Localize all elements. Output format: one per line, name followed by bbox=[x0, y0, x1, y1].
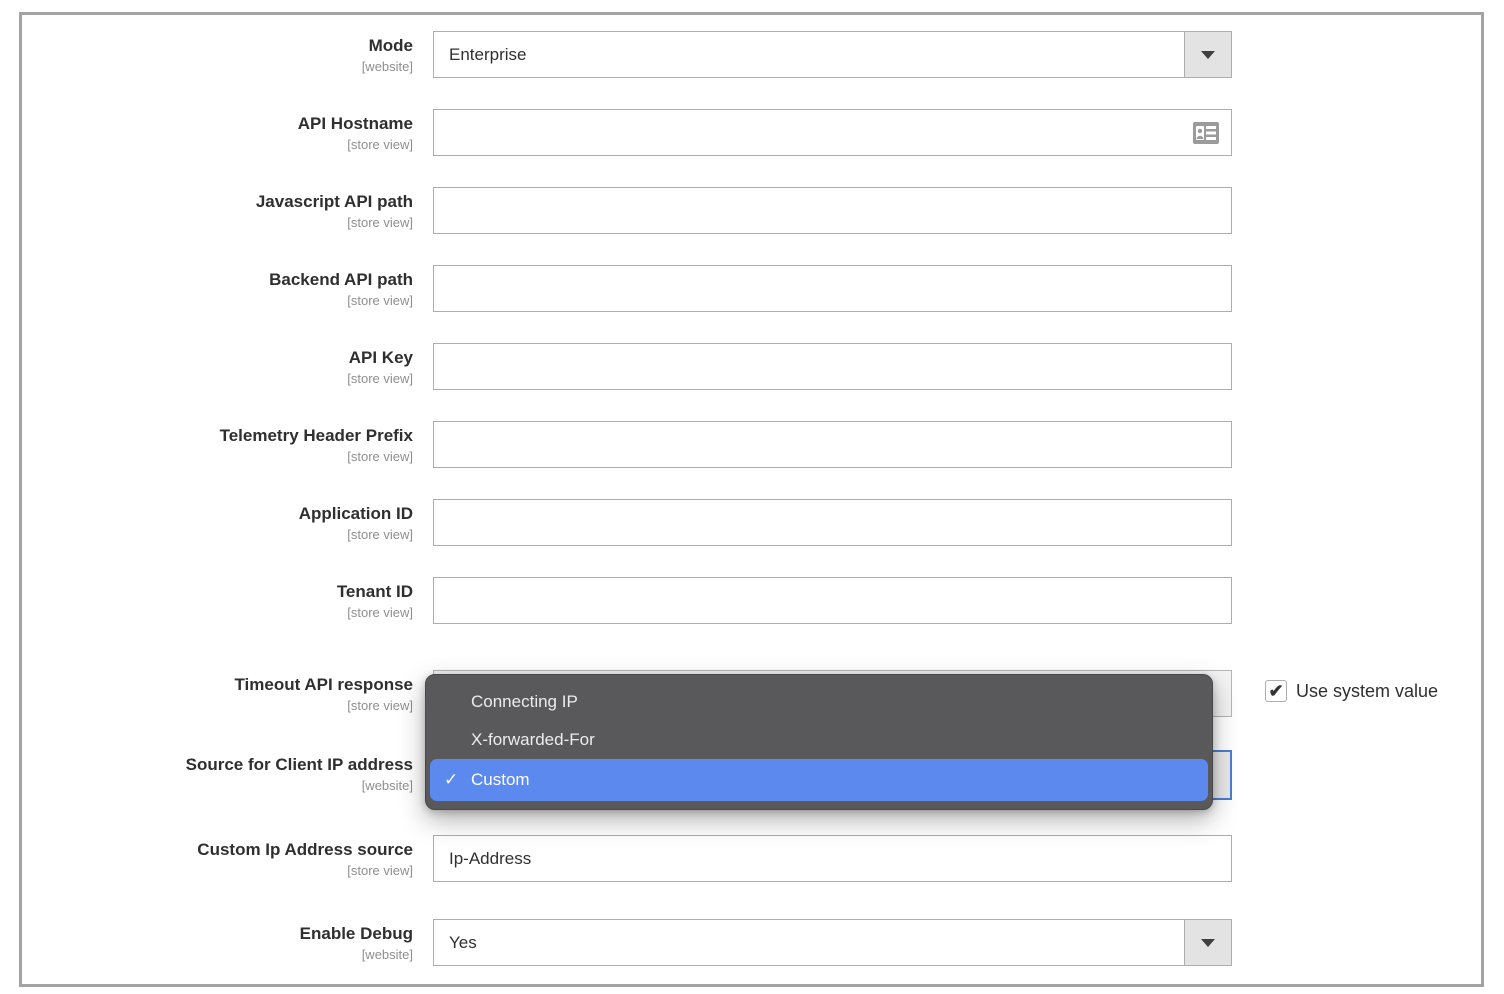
menu-option-custom[interactable]: ✓ Custom bbox=[430, 759, 1208, 801]
field-scope: [website] bbox=[22, 947, 413, 962]
field-label: Application ID bbox=[22, 504, 413, 524]
form-row-telemetry-prefix: Telemetry Header Prefix [store view] bbox=[22, 421, 1481, 468]
backend-api-path-input[interactable] bbox=[433, 265, 1232, 312]
field-control: Connecting IP X-forwarded-For ✓ Custom bbox=[433, 670, 1232, 717]
field-label: Tenant ID bbox=[22, 582, 413, 602]
field-label-block: API Hostname [store view] bbox=[22, 109, 413, 152]
field-label: Backend API path bbox=[22, 270, 413, 290]
field-label: Timeout API response bbox=[22, 675, 413, 695]
field-control bbox=[433, 265, 1232, 312]
field-label-block: Custom Ip Address source [store view] bbox=[22, 835, 413, 878]
field-scope: [store view] bbox=[22, 371, 413, 386]
field-label-block: Application ID [store view] bbox=[22, 499, 413, 542]
content-frame: Mode [website] Enterprise API Hostname [… bbox=[19, 12, 1484, 987]
application-id-input[interactable] bbox=[433, 499, 1232, 546]
field-label: Source for Client IP address bbox=[22, 755, 413, 775]
form-row-timeout: Timeout API response [store view] Connec… bbox=[22, 670, 1481, 717]
field-label-block: API Key [store view] bbox=[22, 343, 413, 386]
field-scope: [store view] bbox=[22, 293, 413, 308]
form-row-tenant-id: Tenant ID [store view] bbox=[22, 577, 1481, 624]
form-row-application-id: Application ID [store view] bbox=[22, 499, 1481, 546]
use-system-value-label: Use system value bbox=[1296, 681, 1438, 702]
use-system-value-control[interactable]: ✔ Use system value bbox=[1265, 680, 1438, 702]
chevron-down-icon bbox=[1184, 32, 1231, 77]
field-label-block: Enable Debug [website] bbox=[22, 919, 413, 962]
field-label-block: Backend API path [store view] bbox=[22, 265, 413, 308]
form-row-api-hostname: API Hostname [store view] bbox=[22, 109, 1481, 156]
field-label: Mode bbox=[22, 36, 413, 56]
contact-card-icon bbox=[1193, 122, 1219, 144]
field-scope: [store view] bbox=[22, 449, 413, 464]
field-control: Enterprise bbox=[433, 31, 1232, 78]
field-control bbox=[433, 577, 1232, 624]
menu-option-label: Custom bbox=[471, 770, 530, 790]
select-dropdown-menu: Connecting IP X-forwarded-For ✓ Custom bbox=[425, 674, 1213, 810]
field-label: Javascript API path bbox=[22, 192, 413, 212]
menu-option-label: X-forwarded-For bbox=[471, 730, 595, 750]
telemetry-prefix-input[interactable] bbox=[433, 421, 1232, 468]
field-label-block: Javascript API path [store view] bbox=[22, 187, 413, 230]
field-control bbox=[433, 343, 1232, 390]
form-row-backend-api-path: Backend API path [store view] bbox=[22, 265, 1481, 312]
js-api-path-input[interactable] bbox=[433, 187, 1232, 234]
field-scope: [store view] bbox=[22, 863, 413, 878]
field-label: API Key bbox=[22, 348, 413, 368]
select-value: Enterprise bbox=[434, 32, 526, 77]
enable-debug-select[interactable]: Yes bbox=[433, 919, 1232, 966]
field-control bbox=[433, 499, 1232, 546]
field-label: Custom Ip Address source bbox=[22, 840, 413, 860]
field-scope: [store view] bbox=[22, 698, 413, 713]
select-value: Yes bbox=[434, 920, 477, 965]
config-form: Mode [website] Enterprise API Hostname [… bbox=[22, 15, 1481, 966]
form-row-api-key: API Key [store view] bbox=[22, 343, 1481, 390]
field-label: API Hostname bbox=[22, 114, 413, 134]
menu-option-x-forwarded-for[interactable]: X-forwarded-For bbox=[430, 721, 1208, 759]
form-row-enable-debug: Enable Debug [website] Yes bbox=[22, 919, 1481, 966]
field-label-block: Tenant ID [store view] bbox=[22, 577, 413, 620]
mode-select[interactable]: Enterprise bbox=[433, 31, 1232, 78]
menu-option-label: Connecting IP bbox=[471, 692, 578, 712]
field-control bbox=[433, 109, 1232, 156]
check-icon: ✓ bbox=[444, 770, 471, 790]
form-row-custom-ip: Custom Ip Address source [store view] bbox=[22, 835, 1481, 882]
field-control bbox=[433, 187, 1232, 234]
chevron-down-icon bbox=[1184, 920, 1231, 965]
api-hostname-input[interactable] bbox=[433, 109, 1232, 156]
field-control bbox=[433, 835, 1232, 882]
field-control: Yes bbox=[433, 919, 1232, 966]
form-row-mode: Mode [website] Enterprise bbox=[22, 31, 1481, 78]
tenant-id-input[interactable] bbox=[433, 577, 1232, 624]
field-label-block: Mode [website] bbox=[22, 31, 413, 74]
field-scope: [store view] bbox=[22, 605, 413, 620]
checkbox-checked-icon[interactable]: ✔ bbox=[1265, 680, 1287, 702]
field-label: Enable Debug bbox=[22, 924, 413, 944]
form-row-js-api-path: Javascript API path [store view] bbox=[22, 187, 1481, 234]
field-label-block: Source for Client IP address [website] bbox=[22, 750, 413, 793]
settings-page: Mode [website] Enterprise API Hostname [… bbox=[0, 0, 1504, 994]
field-label-block: Timeout API response [store view] bbox=[22, 670, 413, 713]
field-scope: [store view] bbox=[22, 137, 413, 152]
field-scope: [store view] bbox=[22, 527, 413, 542]
field-label-block: Telemetry Header Prefix [store view] bbox=[22, 421, 413, 464]
field-label: Telemetry Header Prefix bbox=[22, 426, 413, 446]
custom-ip-source-input[interactable] bbox=[433, 835, 1232, 882]
field-control bbox=[433, 421, 1232, 468]
field-scope: [store view] bbox=[22, 215, 413, 230]
field-scope: [website] bbox=[22, 778, 413, 793]
field-scope: [website] bbox=[22, 59, 413, 74]
menu-option-connecting-ip[interactable]: Connecting IP bbox=[430, 683, 1208, 721]
api-key-input[interactable] bbox=[433, 343, 1232, 390]
